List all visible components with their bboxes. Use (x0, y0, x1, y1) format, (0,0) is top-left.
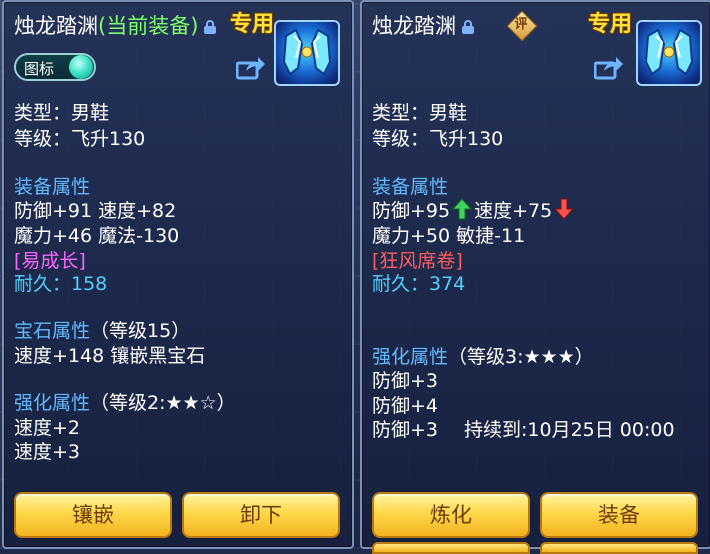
toggle-label: 图标 (24, 60, 55, 78)
exclusive-label: 专用 (230, 12, 275, 37)
enhance-line-1: 速度+2 (14, 417, 81, 439)
attr-speed: 速度+75 (474, 200, 553, 222)
attr-line-2: 魔力+50 敏捷-11 (372, 225, 526, 247)
attr-line-2: 魔力+46 魔法-130 (14, 225, 180, 247)
enhance-level: （等级2:★★☆） (90, 392, 236, 414)
equip-attr-title: 装备属性 (372, 176, 449, 198)
gem-attr-title: 宝石属性 (14, 320, 91, 342)
durability: 耐久：158 (14, 273, 108, 295)
equip-button[interactable]: 装备 (540, 492, 698, 538)
attr-defense: 防御+95 (372, 200, 451, 222)
red-down-arrow-icon (554, 198, 575, 220)
lock-icon (462, 20, 474, 34)
gem-level: （等级15） (90, 320, 191, 342)
icon-toggle[interactable]: 图标 (14, 53, 96, 81)
boots-item-icon (636, 20, 702, 86)
enhance-level: （等级3:★★★） (448, 346, 594, 368)
rating-badge-icon[interactable]: 评 (506, 10, 538, 42)
hidden-button-edge (372, 542, 530, 554)
attr-line-1: 防御+91 速度+82 (14, 200, 177, 222)
enhance-attr-title: 强化属性 (14, 392, 91, 414)
enhance-attr-header: 强化属性（等级2:★★☆） (14, 388, 236, 415)
gem-line: 速度+148 镶嵌黑宝石 (14, 345, 206, 367)
boots-item-icon (274, 20, 340, 86)
durability: 耐久：374 (372, 273, 466, 295)
current-equip-tag: (当前装备) (98, 14, 199, 38)
item-title: 烛龙踏渊 (372, 10, 474, 40)
equip-attr-title: 装备属性 (14, 176, 91, 198)
enhance-line-1: 防御+3 (372, 370, 439, 392)
expire-time: 持续到:10月25日 00:00 (464, 419, 675, 441)
enhance-attr-title: 强化属性 (372, 346, 449, 368)
compare-item-tooltip: 烛龙踏渊 评 专用 类型：男鞋 等级：飞升130 装备属性 防御+95 速度+75… (360, 0, 710, 554)
level-line: 等级：飞升130 (372, 128, 504, 150)
refine-button[interactable]: 炼化 (372, 492, 530, 538)
item-name: 烛龙踏渊 (14, 14, 98, 38)
enhance-line-2: 速度+3 (14, 441, 81, 463)
enhance-attr-header: 强化属性（等级3:★★★） (372, 342, 594, 369)
toggle-knob[interactable] (69, 55, 93, 79)
type-line: 类型：男鞋 (14, 102, 110, 124)
hidden-button-edge (540, 542, 698, 554)
type-line: 类型：男鞋 (372, 102, 468, 124)
enhance-line-3-value: 防御+3 (372, 419, 439, 441)
green-up-arrow-icon (451, 198, 473, 220)
level-line: 等级：飞升130 (14, 128, 146, 150)
unequip-button[interactable]: 卸下 (182, 492, 340, 538)
equipped-item-tooltip: 烛龙踏渊(当前装备) 专用 图标 类型：男鞋 等级：飞升130 装备属性 防御+… (2, 0, 354, 549)
inlay-button[interactable]: 镶嵌 (14, 492, 172, 538)
exclusive-label: 专用 (588, 12, 633, 37)
gem-attr-header: 宝石属性（等级15） (14, 316, 190, 343)
share-icon[interactable] (235, 56, 266, 80)
enhance-line-2: 防御+4 (372, 395, 439, 417)
lock-icon (204, 20, 217, 34)
rating-badge-text: 评 (514, 17, 528, 32)
share-icon[interactable] (593, 56, 624, 80)
attr-line-1: 防御+95 速度+75 (372, 196, 576, 223)
item-title: 烛龙踏渊(当前装备) (14, 10, 217, 40)
item-name: 烛龙踏渊 (372, 14, 456, 38)
enhance-line-3: 防御+3 持续到:10月25日 00:00 (372, 415, 675, 442)
